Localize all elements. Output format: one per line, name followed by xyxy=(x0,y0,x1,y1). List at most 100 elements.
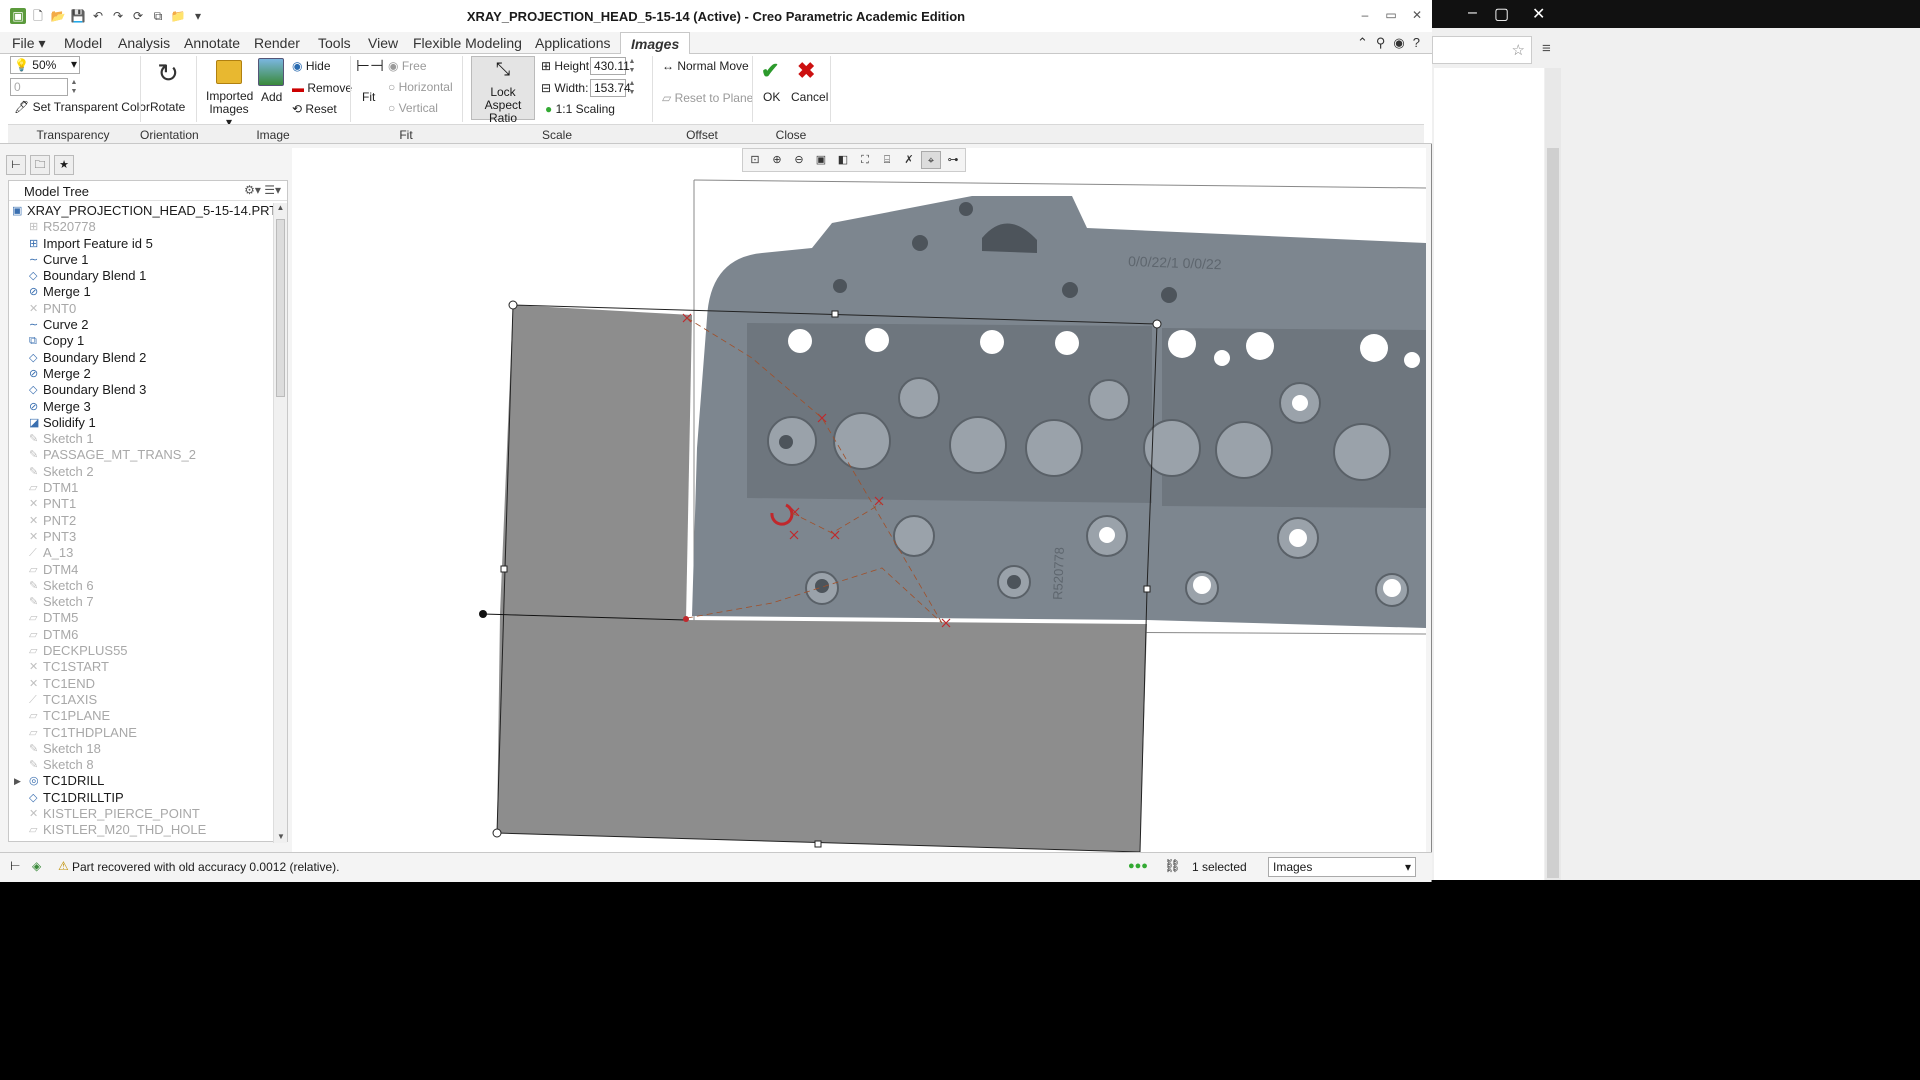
tree-item[interactable]: ✎ Sketch 2 xyxy=(9,464,273,480)
tree-item[interactable]: ▶ ◎ TC1DRILL xyxy=(9,773,273,789)
lock-aspect-ratio-button[interactable]: ⤡ Lock Aspect Ratio xyxy=(471,56,535,125)
tab-applications[interactable]: Applications xyxy=(529,35,617,51)
favorites-icon[interactable]: ★ xyxy=(54,155,74,175)
tree-item[interactable]: ✕ PNT2 xyxy=(9,513,273,529)
expand-arrow-icon[interactable]: ▶ xyxy=(14,773,21,789)
tree-item[interactable]: ◇ TC1DRILLTIP xyxy=(9,790,273,806)
tree-item[interactable]: ✎ Sketch 6 xyxy=(9,578,273,594)
transparency-spinner[interactable]: ▲ ▼ xyxy=(69,78,79,96)
set-transparent-color-button[interactable]: 🖊 Set Transparent Color xyxy=(14,100,150,114)
move-handle[interactable] xyxy=(479,610,487,618)
corner-handle-top-left[interactable] xyxy=(508,300,518,310)
reset-to-plane-button[interactable]: ▱ Reset to Plane xyxy=(662,91,753,105)
image-overlay-bottom[interactable] xyxy=(497,614,1147,852)
spin-center-icon[interactable]: ⊶ xyxy=(943,151,963,169)
tree-item[interactable]: ⊞ Import Feature id 5 xyxy=(9,236,273,252)
tree-item[interactable]: ▱ TC1PLANE xyxy=(9,708,273,724)
cancel-button[interactable]: Cancel xyxy=(791,90,828,104)
cancel-x-icon[interactable]: ✖ xyxy=(797,58,815,84)
tree-item[interactable]: ✕ TC1END xyxy=(9,676,273,692)
tab-view[interactable]: View xyxy=(362,35,404,51)
height-input[interactable]: 430.11 xyxy=(590,57,630,75)
tree-item[interactable]: ◇ Boundary Blend 1 xyxy=(9,268,273,284)
rotate-icon[interactable]: ↻ xyxy=(150,58,186,89)
image-overlay-top[interactable] xyxy=(500,305,692,620)
tree-item[interactable]: ∼ Curve 1 xyxy=(9,252,273,268)
tree-item[interactable]: ▱ KISTLER_M20_THD_HOLE xyxy=(9,822,273,838)
tab-model[interactable]: Model xyxy=(58,35,108,51)
tab-images[interactable]: Images xyxy=(620,32,691,55)
tree-item[interactable]: ✕ PNT3 xyxy=(9,529,273,545)
fit-vertical-radio[interactable]: ○ Vertical xyxy=(388,101,438,115)
tab-render[interactable]: Render xyxy=(248,35,306,51)
normal-move-button[interactable]: ↔ Normal Move xyxy=(662,59,749,73)
add-image-button[interactable]: Add xyxy=(261,90,282,104)
address-bar[interactable]: ☆ xyxy=(1432,36,1532,64)
toggle-browser-icon[interactable]: ◈ xyxy=(32,859,41,873)
repaint-icon[interactable]: ▣ xyxy=(811,151,831,169)
browser-scroll-thumb[interactable] xyxy=(1547,148,1559,878)
width-input[interactable]: 153.74 xyxy=(590,79,631,97)
tab-flexible-modeling[interactable]: Flexible Modeling xyxy=(407,35,528,51)
toggle-navigator-icon[interactable]: ⊢ xyxy=(10,859,20,873)
help-icon[interactable]: ? xyxy=(1413,35,1420,51)
display-style-icon[interactable]: ◧ xyxy=(833,151,853,169)
scroll-down-icon[interactable]: ▼ xyxy=(277,832,285,841)
tree-item[interactable]: ▱ DTM6 xyxy=(9,627,273,643)
edge-handle-bottom[interactable] xyxy=(814,840,822,848)
tree-item[interactable]: ◇ Boundary Blend 2 xyxy=(9,350,273,366)
fit-icon[interactable]: ⊢⊣ xyxy=(356,56,384,76)
transparency-value-input[interactable]: 0 xyxy=(10,78,68,96)
model-tree-tab-icon[interactable]: ⊢ xyxy=(6,155,26,175)
edge-handle-left[interactable] xyxy=(500,565,508,573)
tree-item[interactable]: ✕ PNT1 xyxy=(9,496,273,512)
show-menu-icon[interactable]: ☰▾ xyxy=(264,183,281,197)
tree-item[interactable]: ✎ Sketch 1 xyxy=(9,431,273,447)
remove-image-button[interactable]: ▬ Remove xyxy=(292,81,352,95)
bookmark-star-icon[interactable]: ☆ xyxy=(1512,41,1525,59)
menu-icon[interactable]: ≡ xyxy=(1542,40,1551,57)
close-icon[interactable]: ✕ xyxy=(1532,4,1545,24)
tree-item[interactable]: ✎ Sketch 7 xyxy=(9,594,273,610)
ok-checkmark-icon[interactable]: ✔ xyxy=(761,58,779,84)
tree-root-item[interactable]: ▣ XRAY_PROJECTION_HEAD_5-15-14.PRT xyxy=(9,203,273,219)
tree-item[interactable]: ✕ TC1START xyxy=(9,659,273,675)
selection-icon[interactable]: ⛓ xyxy=(1164,858,1181,874)
saved-orientations-icon[interactable]: ⛶ xyxy=(855,151,875,169)
tree-item[interactable]: ◇ Boundary Blend 3 xyxy=(9,382,273,398)
scroll-up-icon[interactable]: ▲ xyxy=(274,203,287,212)
fit-button[interactable]: Fit xyxy=(362,90,375,104)
datum-display-icon[interactable]: ✗ xyxy=(899,151,919,169)
annotation-display-icon[interactable]: ⌖ xyxy=(921,151,941,169)
imported-images-icon[interactable] xyxy=(216,60,242,84)
hide-image-button[interactable]: ◉ Hide xyxy=(292,59,331,73)
model-tree-scrollbar[interactable]: ▲ ▼ xyxy=(273,203,287,843)
transparency-percent-select[interactable]: 💡 50% ▾ xyxy=(10,56,80,74)
tab-analysis[interactable]: Analysis xyxy=(112,35,176,51)
tree-item[interactable]: ✎ PASSAGE_MT_TRANS_2 xyxy=(9,447,273,463)
tree-item[interactable]: ∼ Curve 2 xyxy=(9,317,273,333)
fit-free-radio[interactable]: ◉ Free xyxy=(388,59,427,73)
corner-handle-top-right[interactable] xyxy=(1152,319,1162,329)
edge-handle-right[interactable] xyxy=(1143,585,1151,593)
tree-item[interactable]: ⟋ A_13 xyxy=(9,545,273,561)
rotate-button[interactable]: Rotate xyxy=(150,100,185,114)
graphics-area[interactable]: 0/0/22/1 0/0/22 R520778 xyxy=(292,148,1426,852)
height-spinner[interactable]: ▲ ▼ xyxy=(627,57,637,75)
edge-handle-top[interactable] xyxy=(831,310,839,318)
view-manager-icon[interactable]: ⌸ xyxy=(877,151,897,169)
add-image-icon[interactable] xyxy=(258,58,284,86)
tab-annotate[interactable]: Annotate xyxy=(178,35,246,51)
tree-item[interactable]: ▱ DECKPLUS55 xyxy=(9,643,273,659)
ok-button[interactable]: OK xyxy=(763,90,780,104)
tab-file[interactable]: File ▾ xyxy=(6,35,51,52)
tree-item[interactable]: ▱ TC1THDPLANE xyxy=(9,725,273,741)
zoom-out-icon[interactable]: ⊖ xyxy=(789,151,809,169)
tree-item[interactable]: ✕ KISTLER_PIERCE_POINT xyxy=(9,806,273,822)
close-icon[interactable]: ✕ xyxy=(1410,8,1424,22)
tree-item[interactable]: ⊞ R520778 xyxy=(9,219,273,235)
collapse-ribbon-icon[interactable]: ⌃ xyxy=(1357,35,1368,51)
community-icon[interactable]: ◉ xyxy=(1393,35,1404,51)
tree-item[interactable]: ▱ DTM4 xyxy=(9,562,273,578)
tree-item[interactable]: ✎ Sketch 18 xyxy=(9,741,273,757)
